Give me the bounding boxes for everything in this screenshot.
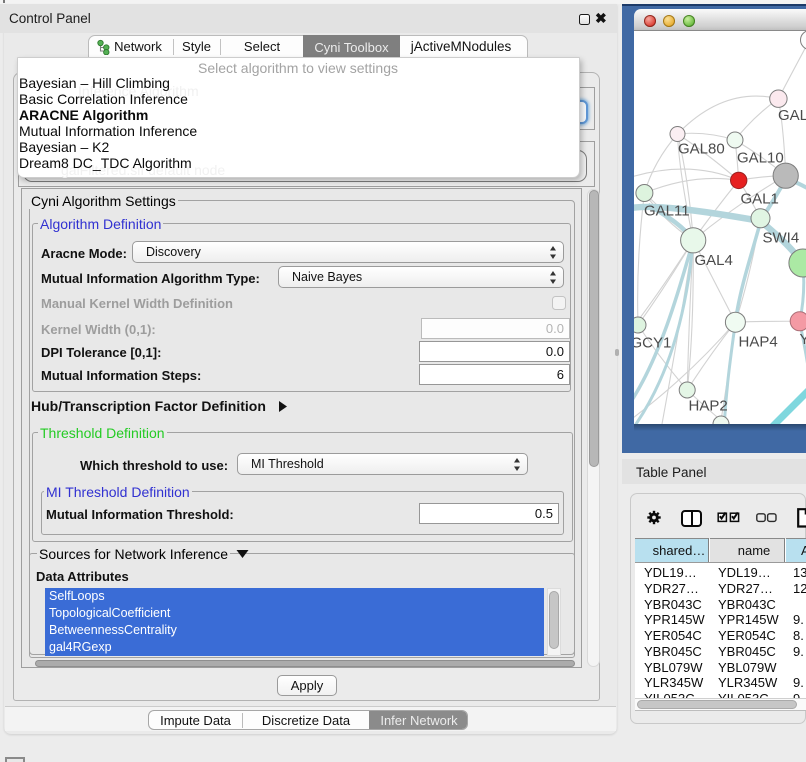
svg-text:GAL4: GAL4 [695, 252, 733, 269]
svg-text:GAL11: GAL11 [644, 203, 690, 220]
svg-text:GCY1: GCY1 [634, 335, 671, 352]
svg-text:YE: YE [800, 331, 806, 348]
svg-text:GAL2: GAL2 [778, 107, 806, 124]
svg-text:HAP2: HAP2 [689, 398, 728, 415]
svg-text:GAL80: GAL80 [678, 141, 725, 158]
svg-text:GAL10: GAL10 [737, 150, 784, 167]
svg-text:HAP4: HAP4 [739, 334, 778, 351]
svg-text:SWI4: SWI4 [763, 230, 800, 247]
svg-text:GAL1: GAL1 [741, 191, 779, 208]
